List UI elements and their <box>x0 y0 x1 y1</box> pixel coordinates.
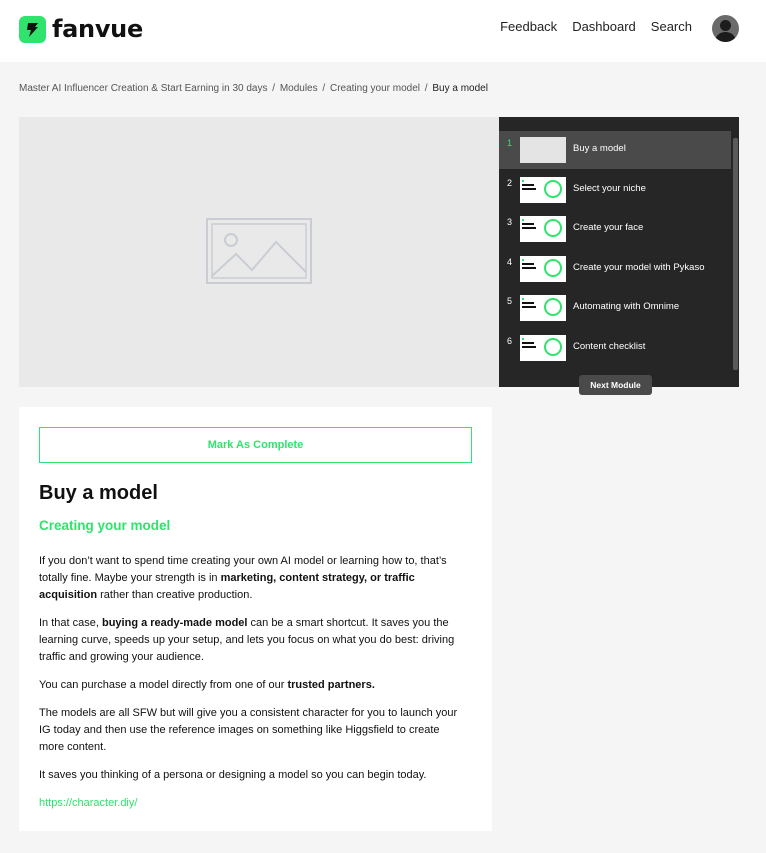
mark-complete-button[interactable]: Mark As Complete <box>39 427 472 463</box>
breadcrumb-module[interactable]: Creating your model <box>330 83 420 94</box>
avatar-head <box>720 20 731 31</box>
playlist-item-number: 6 <box>507 336 513 346</box>
lesson-thumbnail <box>520 177 566 203</box>
image-placeholder-icon <box>206 218 312 284</box>
lesson-card: Mark As Complete Buy a model Creating yo… <box>19 407 492 831</box>
playlist-item-label: Automating with Omnime <box>573 301 680 312</box>
lesson-title: Buy a model <box>39 482 158 504</box>
nav-search[interactable]: Search <box>651 19 692 34</box>
lightning-icon <box>19 15 46 43</box>
playlist-item[interactable]: 1 Buy a model <box>499 131 731 169</box>
playlist-item-number: 3 <box>507 217 513 227</box>
paragraph: https://character.diy/ <box>39 795 459 812</box>
playlist-item[interactable]: 2 Select your niche <box>499 171 731 209</box>
brand-name: fanvue <box>52 15 143 43</box>
lesson-thumbnail <box>520 335 566 361</box>
paragraph: The models are all SFW but will give you… <box>39 707 458 753</box>
playlist-item[interactable]: 3 Create your face <box>499 210 731 248</box>
playlist-item-label: Buy a model <box>573 143 626 154</box>
paragraph: You can purchase a model directly from o… <box>39 679 375 691</box>
breadcrumb: Master AI Influencer Creation & Start Ea… <box>19 83 488 94</box>
paragraph: If you don’t want to spend time creating… <box>39 555 447 601</box>
breadcrumb-separator: / <box>424 83 428 94</box>
lesson-thumbnail <box>520 295 566 321</box>
breadcrumb-course[interactable]: Master AI Influencer Creation & Start Ea… <box>19 83 267 94</box>
lesson-content: If you don’t want to spend time creating… <box>39 553 459 823</box>
breadcrumb-separator: / <box>322 83 326 94</box>
paragraph: In that case, buying a ready-made model … <box>39 617 455 663</box>
top-header: fanvue Feedback Dashboard Search <box>0 0 766 62</box>
lesson-subtitle: Creating your model <box>39 518 171 533</box>
top-nav: Feedback Dashboard Search <box>500 19 692 34</box>
playlist-scrollbar[interactable] <box>733 138 738 370</box>
fanvue-logo[interactable]: fanvue <box>19 15 143 43</box>
lesson-thumbnail <box>520 256 566 282</box>
playlist-item[interactable]: 5 Automating with Omnime <box>499 289 731 327</box>
character-diy-link[interactable]: https://character.diy/ <box>39 797 137 809</box>
nav-dashboard[interactable]: Dashboard <box>572 19 636 34</box>
breadcrumb-modules[interactable]: Modules <box>280 83 318 94</box>
playlist-item-number: 4 <box>507 257 513 267</box>
breadcrumb-current: Buy a model <box>432 83 488 94</box>
playlist-item-number: 1 <box>507 138 513 148</box>
playlist-item-label: Create your face <box>573 222 644 233</box>
playlist-item-number: 5 <box>507 296 513 306</box>
next-module-button[interactable]: Next Module <box>579 375 652 395</box>
lesson-thumbnail <box>520 137 566 163</box>
nav-feedback[interactable]: Feedback <box>500 19 557 34</box>
paragraph: It saves you thinking of a persona or de… <box>39 769 427 781</box>
playlist-item[interactable]: 6 Content checklist <box>499 329 731 367</box>
video-player[interactable] <box>19 117 499 387</box>
lesson-thumbnail <box>520 216 566 242</box>
avatar[interactable] <box>712 15 739 42</box>
playlist-item-label: Create your model with Pykaso <box>573 262 705 273</box>
playlist-item-label: Select your niche <box>573 183 646 194</box>
playlist-item[interactable]: 4 Create your model with Pykaso <box>499 250 731 288</box>
avatar-body <box>715 32 736 42</box>
lesson-playlist: 1 Buy a model 2 Select your niche 3 Crea… <box>499 117 739 387</box>
playlist-item-label: Content checklist <box>573 341 646 352</box>
breadcrumb-separator: / <box>272 83 276 94</box>
playlist-item-number: 2 <box>507 178 513 188</box>
